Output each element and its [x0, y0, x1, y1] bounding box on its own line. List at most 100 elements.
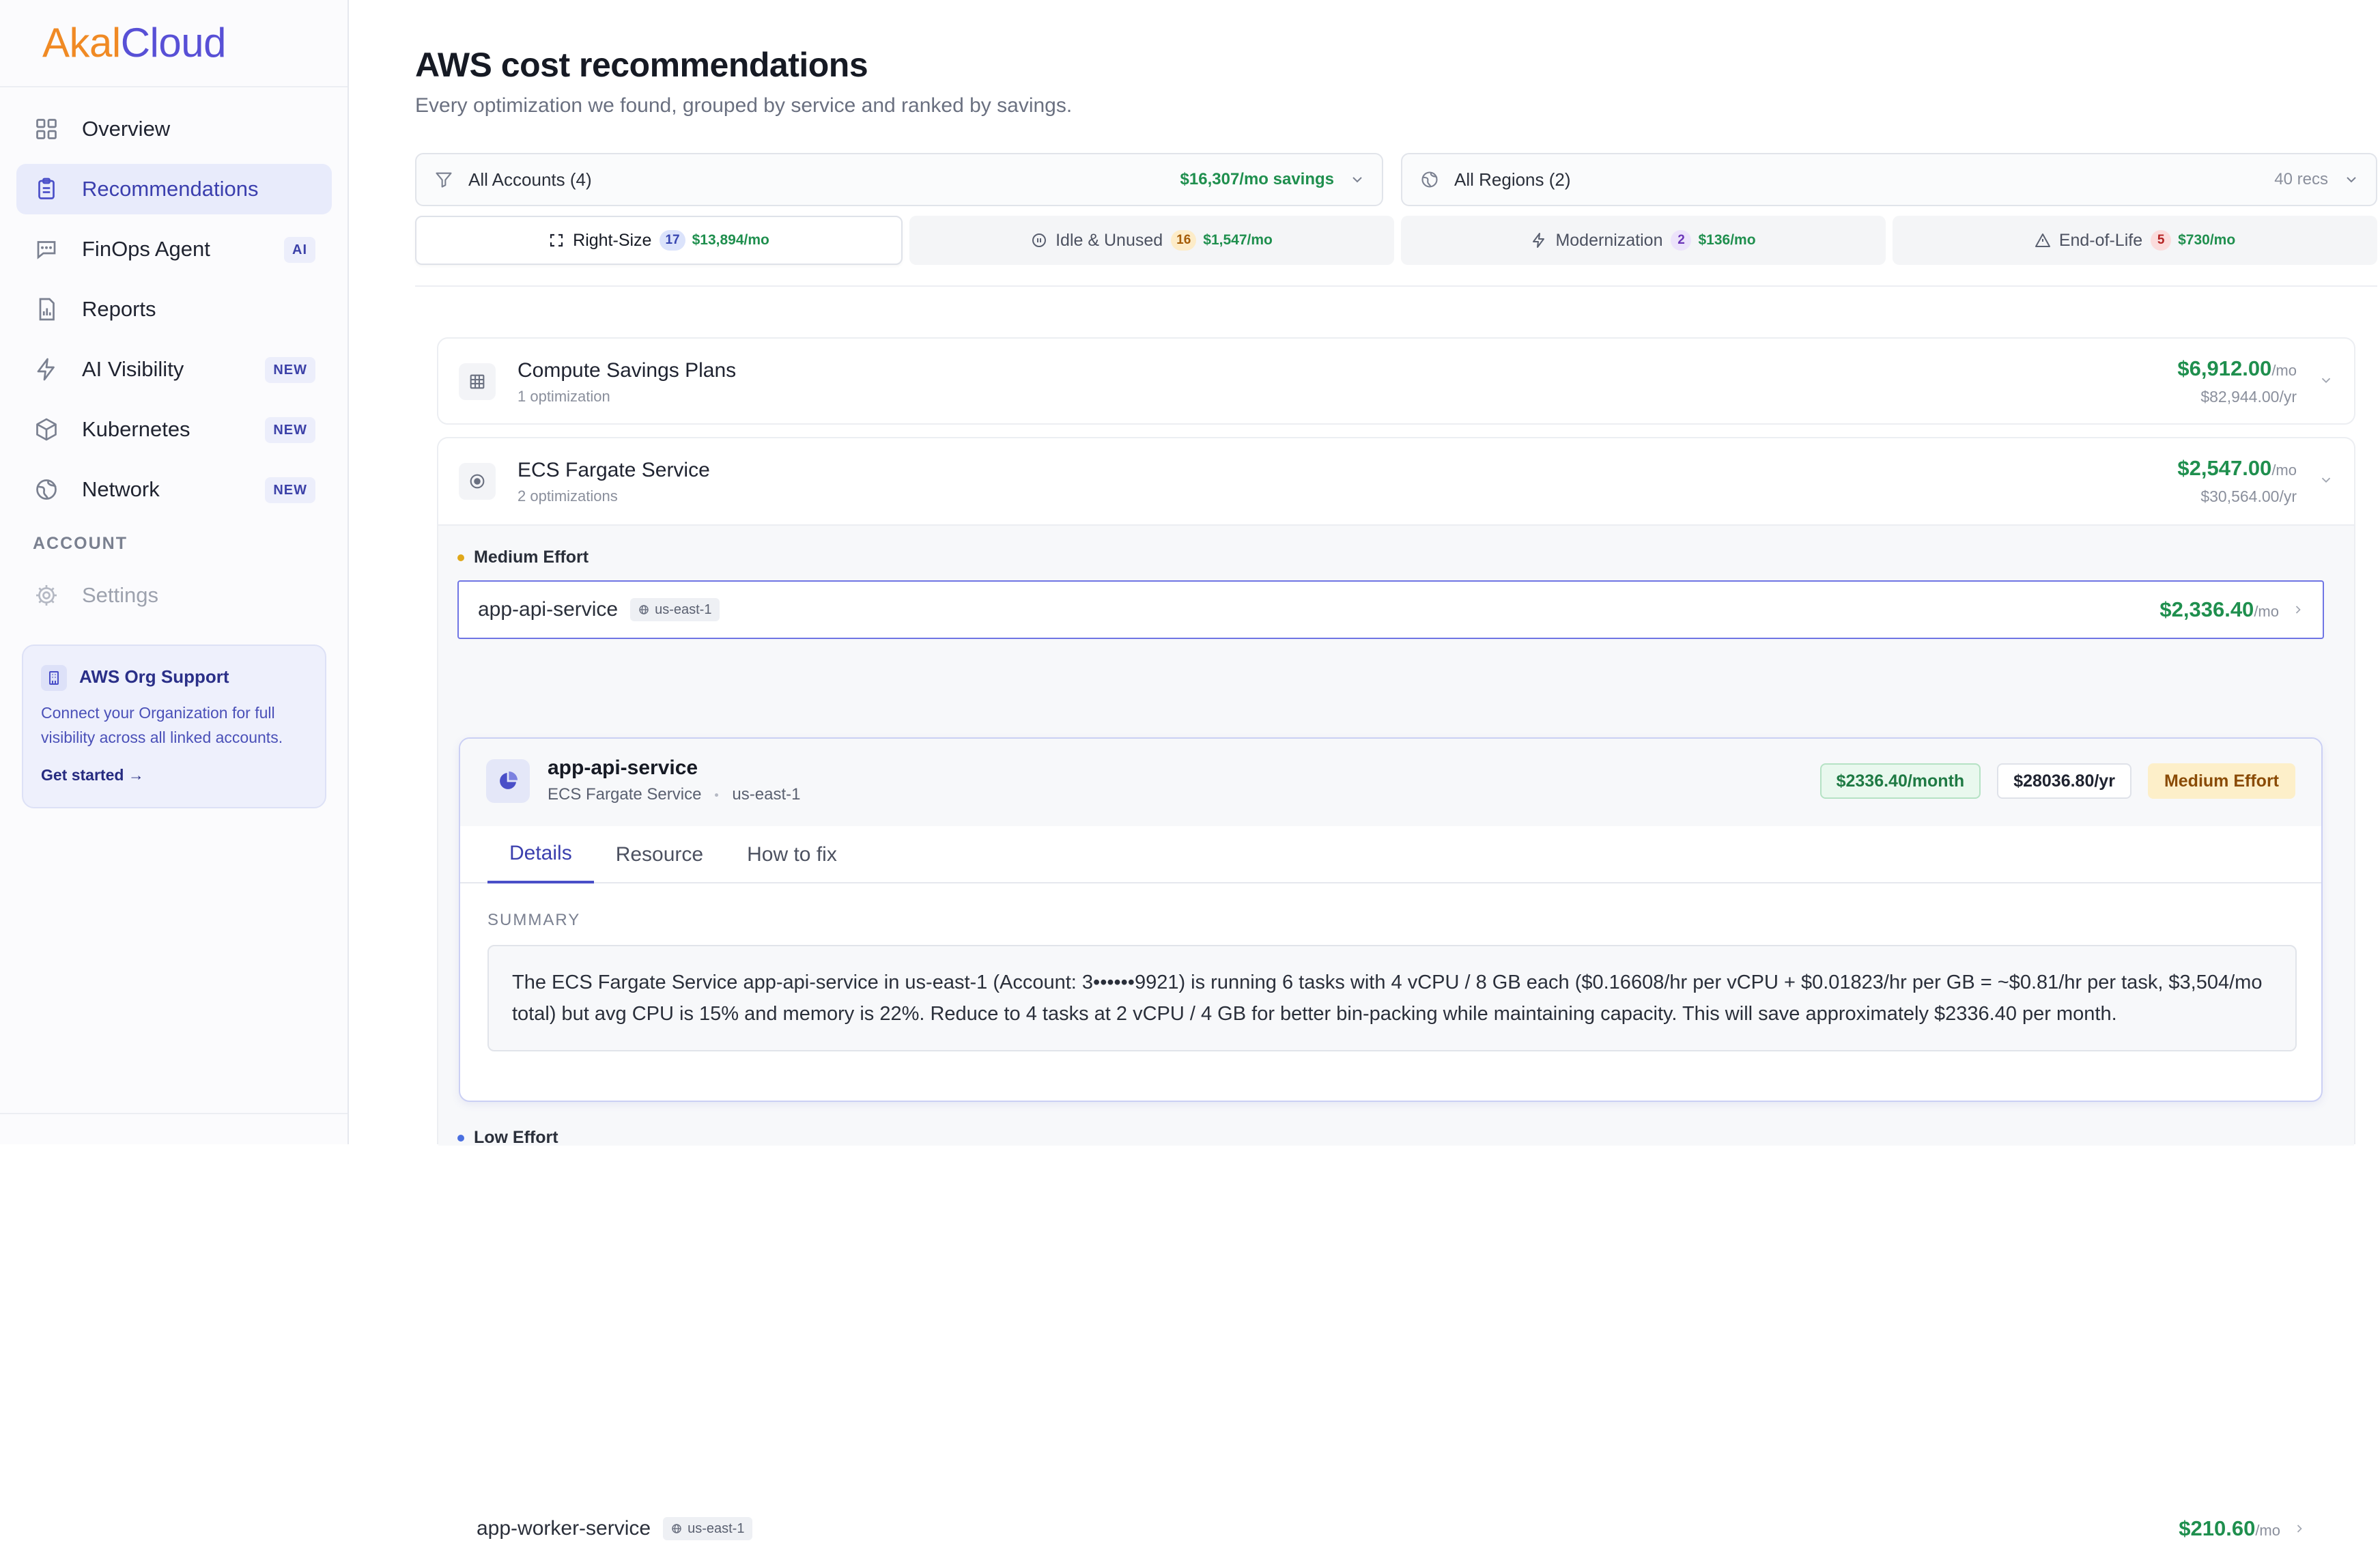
- brand-name-part1: Akal: [42, 20, 121, 66]
- regions-filter-dropdown[interactable]: All Regions (2) 40 recs: [1401, 153, 2377, 206]
- tab-end-of-life[interactable]: End-of-Life 5 $730/mo: [1893, 216, 2377, 265]
- region-chip: us-east-1: [630, 598, 720, 621]
- effort-label: Medium Effort: [474, 548, 589, 567]
- warning-icon: [2035, 232, 2051, 249]
- tab-resource[interactable]: Resource: [594, 826, 725, 883]
- sidebar-item-label: Overview: [82, 117, 171, 141]
- globe-icon: [671, 1523, 682, 1534]
- summary-label: SUMMARY: [487, 911, 581, 929]
- sidebar-item-settings[interactable]: Settings: [16, 571, 332, 620]
- tab-right-size[interactable]: Right-Size 17 $13,894/mo: [415, 216, 903, 265]
- sidebar-item-label: FinOps Agent: [82, 237, 210, 261]
- report-icon: [34, 297, 59, 322]
- new-badge: NEW: [265, 417, 315, 443]
- sidebar-item-finops-agent[interactable]: FinOps Agent AI: [16, 224, 332, 274]
- accounts-filter-dropdown[interactable]: All Accounts (4) $16,307/mo savings: [415, 153, 1383, 206]
- sidebar-nav: Overview Recommendations FinOps Agent AI…: [16, 104, 332, 524]
- accounts-filter-label: All Accounts (4): [468, 169, 592, 190]
- tab-how-to-fix[interactable]: How to fix: [725, 826, 859, 883]
- rec-amount: $2,336.40/mo: [2159, 597, 2279, 622]
- rec-amount: $210.60/mo: [2179, 1516, 2280, 1541]
- sidebar: AkalCloud Overview Recommendations FinOp…: [0, 0, 349, 1144]
- summary-text: The ECS Fargate Service app-api-service …: [487, 945, 2297, 1051]
- sidebar-item-overview[interactable]: Overview: [16, 104, 332, 154]
- tab-savings: $1,547/mo: [1203, 232, 1273, 248]
- service-group-title: ECS Fargate Service: [518, 459, 710, 481]
- service-group-title: Compute Savings Plans: [518, 359, 737, 382]
- rec-amount-unit: /mo: [2255, 1522, 2280, 1539]
- detail-subtitle: ECS Fargate Service us-east-1: [548, 785, 800, 804]
- sidebar-item-label: Recommendations: [82, 177, 259, 201]
- category-tabs: Right-Size 17 $13,894/mo Idle & Unused 1…: [415, 216, 2377, 265]
- globe-icon: [1420, 170, 1439, 189]
- region-label: us-east-1: [655, 601, 712, 617]
- gear-icon: [34, 583, 59, 608]
- org-card-text: Connect your Organization for full visib…: [41, 704, 283, 746]
- tab-modernization[interactable]: Modernization 2 $136/mo: [1401, 216, 1886, 265]
- get-started-label: Get started: [41, 766, 124, 784]
- detail-region: us-east-1: [732, 785, 801, 804]
- account-section-label: ACCOUNT: [33, 534, 128, 553]
- chevron-down-icon: [2343, 171, 2360, 188]
- effort-label: Low Effort: [474, 1128, 558, 1147]
- monthly-unit: /mo: [2271, 462, 2297, 479]
- monthly-unit: /mo: [2271, 362, 2297, 379]
- service-group-yearly: $82,944.00/yr: [2200, 388, 2297, 406]
- tab-count-badge: 5: [2151, 230, 2172, 251]
- service-group-monthly: $2,547.00/mo: [2177, 456, 2297, 481]
- tab-savings: $730/mo: [2178, 232, 2236, 248]
- tab-savings: $13,894/mo: [692, 232, 769, 248]
- sidebar-item-kubernetes[interactable]: Kubernetes NEW: [16, 404, 332, 455]
- table-icon: [459, 363, 496, 400]
- tab-details[interactable]: Details: [487, 826, 594, 883]
- rec-row-app-api-service[interactable]: app-api-service us-east-1 $2,336.40/mo: [457, 580, 2324, 639]
- detail-service: ECS Fargate Service: [548, 785, 702, 804]
- brand-logo[interactable]: AkalCloud: [42, 19, 227, 66]
- globe-icon: [34, 477, 59, 502]
- rec-row-app-worker-service[interactable]: app-worker-service us-east-1 $210.60/mo: [457, 1499, 2324, 1558]
- service-group-header[interactable]: Compute Savings Plans 1 optimization $6,…: [438, 339, 2354, 425]
- new-badge: NEW: [265, 477, 315, 503]
- sidebar-item-label: Network: [82, 477, 160, 501]
- main-content: AWS cost recommendations Every optimizat…: [350, 0, 2380, 1540]
- rec-detail-panel: app-api-service ECS Fargate Service us-e…: [459, 737, 2323, 1102]
- org-card-title: AWS Org Support: [79, 666, 229, 687]
- service-group-subtitle: 2 optimizations: [518, 487, 618, 505]
- ai-badge: AI: [284, 237, 315, 263]
- tab-count-badge: 16: [1171, 230, 1197, 251]
- service-group-compute-savings-plans: Compute Savings Plans 1 optimization $6,…: [437, 337, 2355, 425]
- detail-tabs: Details Resource How to fix: [460, 826, 2321, 883]
- tab-label: Modernization: [1555, 230, 1663, 250]
- chevron-down-icon: [1349, 171, 1365, 188]
- rec-amount-value: $210.60: [2179, 1516, 2256, 1540]
- tab-label: Idle & Unused: [1056, 230, 1163, 250]
- get-started-link[interactable]: Get started →: [41, 766, 144, 784]
- chevron-down-icon: [2319, 373, 2334, 388]
- tab-label: Right-Size: [573, 230, 652, 250]
- tab-count-badge: 17: [660, 230, 685, 251]
- rec-name: app-api-service: [478, 598, 619, 621]
- sidebar-item-label: Reports: [82, 297, 156, 321]
- effort-heading-low: Low Effort: [457, 1128, 558, 1148]
- yearly-savings-pill: $28036.80/yr: [1997, 763, 2131, 799]
- region-label: us-east-1: [688, 1520, 745, 1536]
- building-icon: [41, 665, 67, 691]
- sidebar-item-network[interactable]: Network NEW: [16, 464, 332, 515]
- sidebar-item-recommendations[interactable]: Recommendations: [16, 164, 332, 214]
- bolt-icon: [34, 357, 59, 382]
- tab-idle-unused[interactable]: Idle & Unused 16 $1,547/mo: [909, 216, 1394, 265]
- chat-icon: [34, 237, 59, 261]
- tab-count-badge: 2: [1671, 230, 1692, 251]
- tab-savings: $136/mo: [1698, 232, 1756, 248]
- sidebar-item-ai-visibility[interactable]: AI Visibility NEW: [16, 344, 332, 395]
- service-group-yearly: $30,564.00/yr: [2200, 487, 2297, 505]
- recs-count: 40 recs: [2274, 170, 2328, 188]
- region-chip: us-east-1: [663, 1517, 753, 1540]
- clipboard-icon: [34, 177, 59, 201]
- monthly-savings-pill: $2336.40/month: [1819, 763, 1981, 799]
- sidebar-item-reports[interactable]: Reports: [16, 284, 332, 335]
- total-savings: $16,307/mo savings: [1180, 170, 1334, 188]
- service-group-header[interactable]: ECS Fargate Service 2 optimizations $2,5…: [438, 438, 2354, 524]
- regions-filter-label: All Regions (2): [1454, 169, 1571, 190]
- detail-pills: $2336.40/month $28036.80/yr Medium Effor…: [1819, 763, 2295, 799]
